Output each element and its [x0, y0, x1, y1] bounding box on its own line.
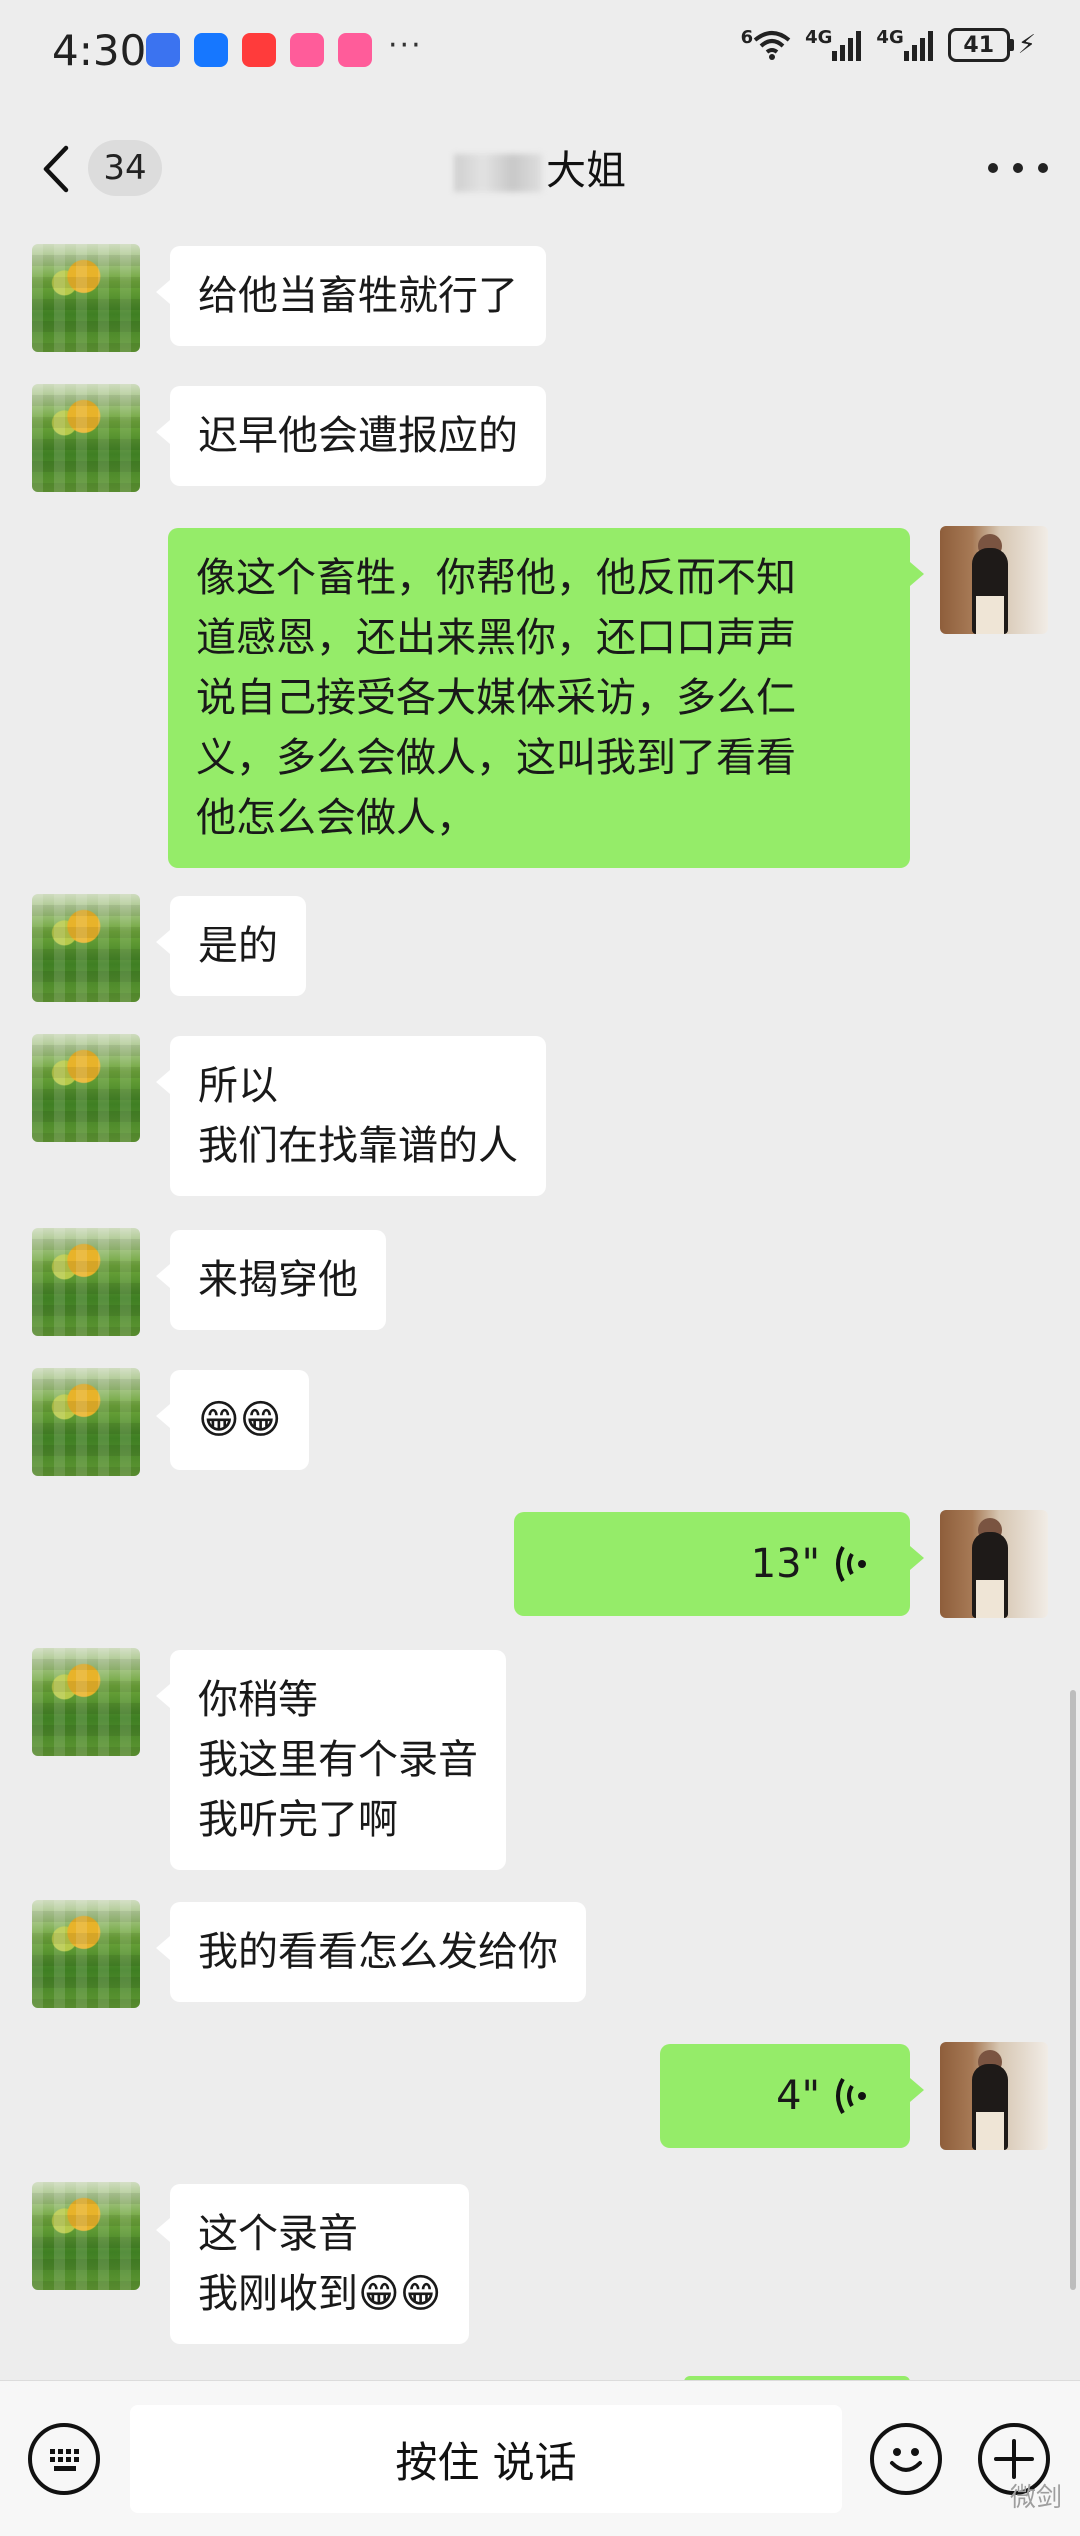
cellular-signal-icon: 4G	[805, 29, 862, 61]
emoji-icon[interactable]	[870, 2423, 942, 2495]
contact-avatar[interactable]	[32, 1228, 140, 1336]
wifi-label: 6	[740, 27, 754, 48]
contact-avatar[interactable]	[32, 384, 140, 492]
charging-icon: ⚡	[1017, 30, 1036, 60]
contact-avatar[interactable]	[32, 1034, 140, 1142]
keyboard-icon[interactable]	[28, 2423, 100, 2495]
wifi-icon: 6	[741, 29, 792, 61]
chat-title-text: 大姐	[546, 148, 626, 194]
more-dots-icon[interactable]	[988, 146, 1048, 190]
alipay-notification-icon	[194, 33, 228, 67]
app-notification-icon	[146, 33, 180, 67]
emoji-message-bubble[interactable]: 😁😁	[155, 1370, 310, 1470]
bilibili-notification-icon	[290, 33, 324, 67]
voice-wave-icon	[836, 1545, 866, 1583]
hold-to-talk-button[interactable]: 按住 说话	[130, 2405, 842, 2513]
status-time: 4:30	[52, 26, 147, 75]
contact-avatar[interactable]	[32, 1648, 140, 1756]
sim1-label: 4G	[805, 27, 833, 48]
message-bubble[interactable]: 所以 我们在找靠谱的人	[156, 1036, 546, 1196]
message-bubble[interactable]: 来揭穿他	[156, 1230, 386, 1330]
battery-icon: 41 ⚡	[947, 28, 1036, 62]
watermark: 微剑	[1009, 2483, 1062, 2513]
message-bubble[interactable]: 我的看看怎么发给你	[156, 1902, 586, 2002]
blurred-name	[454, 154, 542, 192]
message-bubble[interactable]: 像这个畜牲，你帮他，他反而不知 道感恩，还出来黑你，还口口声声 说自己接受各大媒…	[168, 528, 924, 868]
scrollbar[interactable]	[1070, 1690, 1076, 2290]
message-bubble[interactable]: 你稍等 我这里有个录音 我听完了啊	[156, 1650, 506, 1870]
more-notifications-icon: ···	[388, 28, 423, 63]
contact-avatar[interactable]	[32, 1368, 140, 1476]
contact-avatar[interactable]	[32, 894, 140, 1002]
input-bar: 按住 说话 微剑	[0, 2380, 1080, 2536]
message-bubble[interactable]: 给他当畜牲就行了	[156, 246, 546, 346]
voice-message-bubble[interactable]: 4"	[660, 2044, 924, 2148]
message-bubble[interactable]: 迟早他会遭报应的	[156, 386, 546, 486]
chat-header: 34 大姐	[0, 110, 1080, 230]
battery-level: 41	[947, 28, 1010, 62]
chat-screen: 4:30 ··· 6 4G 4G 41 ⚡ 34 大姐 给他当畜牲就行了 迟早他…	[0, 0, 1080, 2536]
voice-wave-icon	[836, 2077, 866, 2115]
voice-duration: 13"	[750, 1541, 820, 1587]
contact-avatar[interactable]	[32, 2182, 140, 2290]
bilibili-notification-icon	[338, 33, 372, 67]
my-avatar[interactable]	[940, 2042, 1048, 2150]
voice-duration: 4"	[776, 2073, 820, 2119]
sim2-label: 4G	[876, 27, 904, 48]
my-avatar[interactable]	[940, 526, 1048, 634]
message-bubble[interactable]: 这个录音 我刚收到😁😁	[155, 2184, 470, 2344]
shopping-notification-icon	[242, 33, 276, 67]
voice-message-bubble[interactable]: 13"	[514, 1512, 924, 1616]
contact-avatar[interactable]	[32, 1900, 140, 2008]
message-bubble[interactable]: 是的	[156, 896, 306, 996]
cellular-signal-icon: 4G	[876, 29, 933, 61]
status-bar: 4:30 ··· 6 4G 4G 41 ⚡	[0, 0, 1080, 110]
my-avatar[interactable]	[940, 1510, 1048, 1618]
contact-avatar[interactable]	[32, 244, 140, 352]
chat-title: 大姐	[0, 138, 1080, 196]
status-indicators: 6 4G 4G 41 ⚡	[741, 28, 1036, 62]
